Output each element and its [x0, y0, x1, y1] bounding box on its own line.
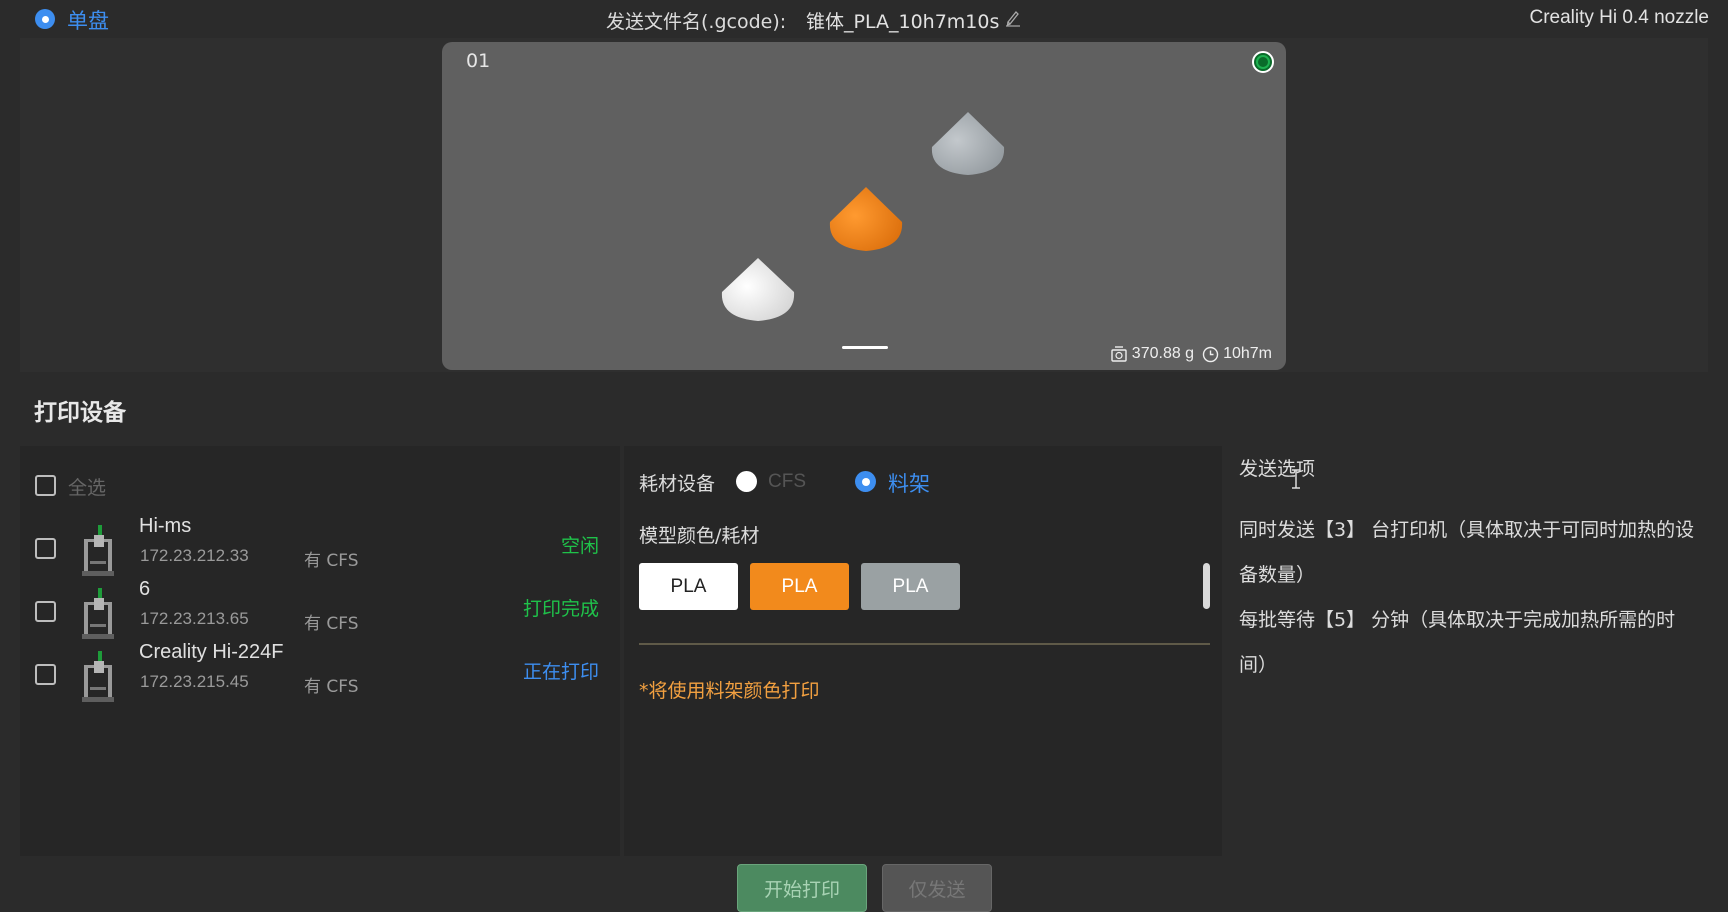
divider — [639, 643, 1210, 645]
start-print-button[interactable]: 开始打印 — [737, 864, 867, 912]
model-color-label: 模型颜色/耗材 — [639, 525, 760, 547]
send-filename-label: 发送文件名(.gcode): — [606, 11, 787, 33]
text-cursor-icon — [1292, 469, 1300, 489]
plate-render — [721, 112, 1005, 321]
send-only-button[interactable]: 仅发送 — [882, 864, 992, 912]
print-weight: 370.88 g — [1131, 345, 1195, 362]
printer-icon — [82, 525, 114, 576]
rack-radio-label[interactable]: 料架 — [888, 468, 930, 498]
plate-preview-card[interactable]: 01 370.88 g 10h7m — [442, 42, 1286, 370]
device-row[interactable]: Hi-ms 172.23.212.33 有 CFS 空闲 — [20, 515, 620, 577]
carousel-indicator[interactable] — [842, 346, 888, 349]
device-status: 正在打印 — [522, 661, 599, 683]
weight-scale-icon — [1111, 346, 1127, 362]
print-time: 10h7m — [1223, 345, 1272, 362]
device-cfs: 有 CFS — [304, 677, 359, 697]
cone-grey — [931, 112, 1005, 175]
clock-icon — [1202, 346, 1219, 362]
device-name: Hi-ms — [139, 515, 192, 537]
rack-radio[interactable] — [855, 471, 876, 492]
device-row[interactable]: Creality Hi-224F 172.23.215.45 有 CFS 正在打… — [20, 641, 620, 703]
material-device-label: 耗材设备 — [639, 473, 716, 495]
device-name: Creality Hi-224F — [139, 641, 284, 663]
batch-wait-time-text[interactable]: 每批等待【5】 分钟（具体取决于完成加热所需的时间） — [1239, 598, 1697, 688]
rack-color-note: *将使用料架颜色打印 — [639, 680, 820, 702]
cfs-radio-label[interactable]: CFS — [768, 471, 806, 493]
filament-chip[interactable]: PLA — [639, 563, 738, 610]
send-options-title: 发送选项 — [1239, 458, 1316, 480]
select-all-checkbox[interactable] — [35, 475, 56, 496]
cone-white — [721, 258, 795, 321]
device-cfs: 有 CFS — [304, 551, 359, 571]
filament-chip[interactable]: PLA — [750, 563, 849, 610]
pencil-edit-icon[interactable] — [1005, 9, 1021, 27]
send-filename-value[interactable]: 锥体_PLA_10h7m10s — [806, 7, 999, 34]
printer-model-label: Creality Hi 0.4 nozzle — [1529, 7, 1709, 28]
cone-orange — [829, 187, 903, 251]
device-checkbox[interactable] — [35, 601, 56, 622]
device-ip: 172.23.215.45 — [140, 672, 249, 691]
device-ip: 172.23.213.65 — [140, 609, 249, 628]
single-plate-label[interactable]: 单盘 — [67, 5, 109, 35]
device-ip: 172.23.212.33 — [140, 546, 249, 565]
device-status: 打印完成 — [522, 598, 599, 620]
cfs-radio[interactable] — [736, 471, 757, 492]
filament-chip[interactable]: PLA — [861, 563, 960, 610]
chip-list-scrollbar[interactable] — [1203, 563, 1210, 609]
device-checkbox[interactable] — [35, 538, 56, 559]
section-title: 打印设备 — [34, 400, 126, 426]
material-panel — [624, 446, 1222, 856]
printer-icon — [82, 588, 114, 639]
batch-send-count-text[interactable]: 同时发送【3】 台打印机（具体取决于可同时加热的设备数量） — [1239, 508, 1697, 598]
device-status: 空闲 — [560, 535, 599, 557]
printer-icon — [82, 651, 114, 702]
print-stats: 370.88 g 10h7m — [1110, 345, 1272, 363]
device-row[interactable]: 6 172.23.213.65 有 CFS 打印完成 — [20, 578, 620, 640]
single-plate-radio[interactable] — [35, 9, 55, 29]
device-checkbox[interactable] — [35, 664, 56, 685]
device-name: 6 — [139, 578, 151, 600]
select-all-label[interactable]: 全选 — [68, 473, 106, 500]
device-cfs: 有 CFS — [304, 614, 359, 634]
